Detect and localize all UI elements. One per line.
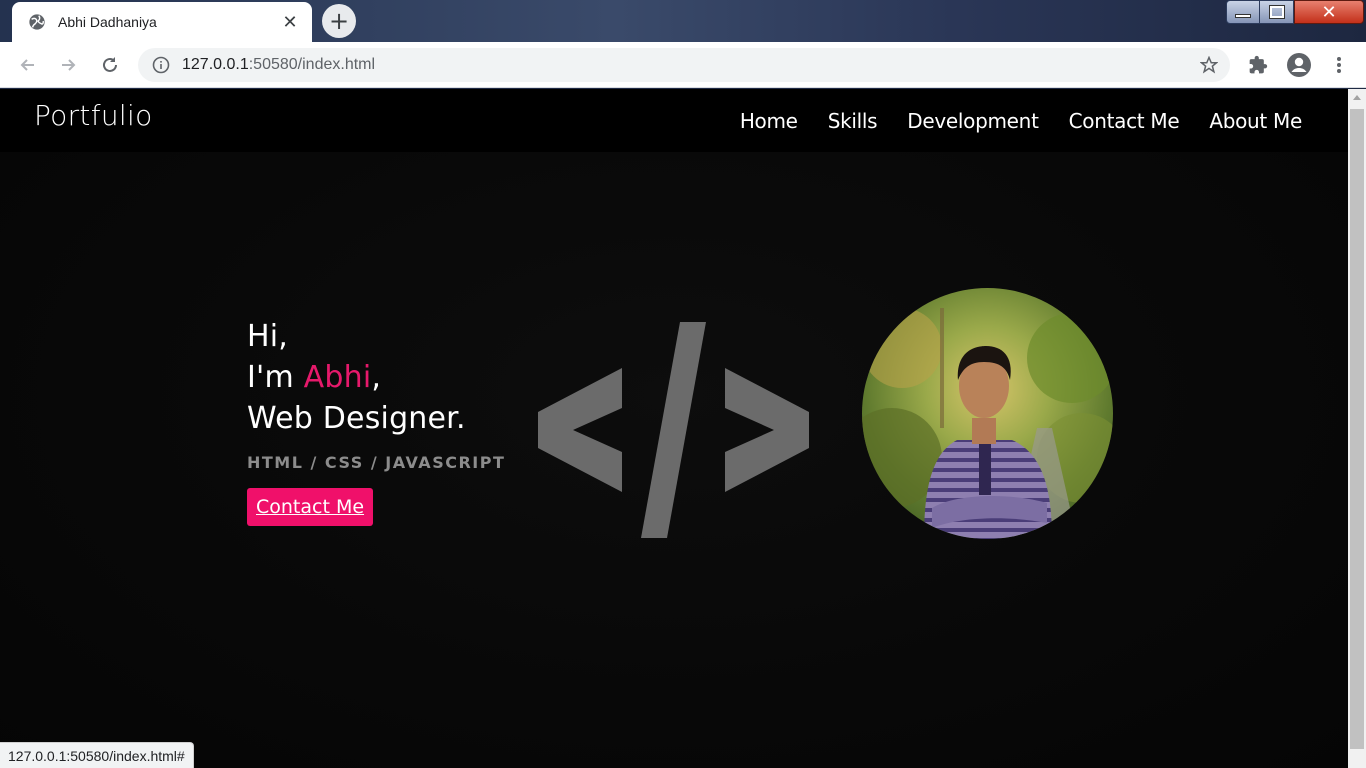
- window-restore-button[interactable]: [1260, 0, 1294, 24]
- scroll-up-arrow-icon[interactable]: [1353, 95, 1361, 100]
- profile-avatar-icon[interactable]: [1286, 52, 1312, 78]
- nav-contact-me[interactable]: Contact Me: [1069, 109, 1180, 133]
- info-icon: [152, 56, 170, 74]
- nav-about-me[interactable]: About Me: [1209, 109, 1302, 133]
- forward-button[interactable]: [54, 51, 82, 79]
- nav-home[interactable]: Home: [740, 109, 798, 133]
- hero-intro: I'm Abhi,: [247, 360, 382, 395]
- page-scrollbar[interactable]: [1348, 89, 1366, 768]
- url-text: 127.0.0.1:50580/index.html: [182, 56, 376, 73]
- hero-name: Abhi: [303, 360, 372, 395]
- menu-kebab-icon[interactable]: [1334, 55, 1344, 75]
- tab-close-icon[interactable]: ✕: [280, 12, 300, 33]
- minimize-icon: [1235, 14, 1251, 18]
- arrow-right-icon: [62, 59, 76, 71]
- extensions-puzzle-icon[interactable]: [1248, 55, 1268, 75]
- hero-role: Web Designer.: [247, 401, 466, 436]
- hero-text: Hi, I'm Abhi, Web Designer. HTML / CSS /…: [247, 316, 505, 526]
- globe-icon: [29, 14, 45, 30]
- window-minimize-button[interactable]: [1226, 0, 1260, 24]
- browser-tab[interactable]: Abhi Dadhaniya ✕: [12, 2, 312, 42]
- reload-icon: [103, 57, 117, 72]
- new-tab-button[interactable]: +: [322, 4, 356, 38]
- reload-button[interactable]: [96, 51, 124, 79]
- link-status-bar: 127.0.0.1:50580/index.html#: [0, 742, 194, 768]
- browser-toolbar: 127.0.0.1:50580/index.html: [0, 42, 1366, 88]
- nav-development[interactable]: Development: [907, 109, 1039, 133]
- scroll-thumb[interactable]: [1350, 109, 1364, 749]
- address-bar[interactable]: 127.0.0.1:50580/index.html: [138, 48, 1230, 82]
- back-button[interactable]: [14, 51, 42, 79]
- code-brackets-icon: [538, 322, 809, 538]
- tab-title: Abhi Dadhaniya: [58, 14, 157, 30]
- page-viewport: Portfulio Home Skills Development Contac…: [0, 89, 1348, 768]
- restore-icon: [1268, 5, 1285, 19]
- bookmark-star-icon[interactable]: [1200, 56, 1218, 74]
- contact-me-button[interactable]: Contact Me: [247, 488, 374, 526]
- site-logo[interactable]: Portfulio: [34, 99, 153, 132]
- browser-titlebar: Abhi Dadhaniya ✕ + ✕: [0, 0, 1366, 42]
- hero-greeting: Hi,: [247, 319, 289, 354]
- hero-tech-stack: HTML / CSS / JAVASCRIPT: [247, 453, 506, 472]
- arrow-left-icon: [20, 59, 34, 71]
- profile-photo: [862, 288, 1113, 539]
- window-close-button[interactable]: ✕: [1294, 0, 1364, 24]
- site-menu: Home Skills Development Contact Me About…: [740, 109, 1302, 133]
- site-navbar: Portfulio Home Skills Development Contac…: [0, 89, 1348, 152]
- nav-skills[interactable]: Skills: [828, 109, 878, 133]
